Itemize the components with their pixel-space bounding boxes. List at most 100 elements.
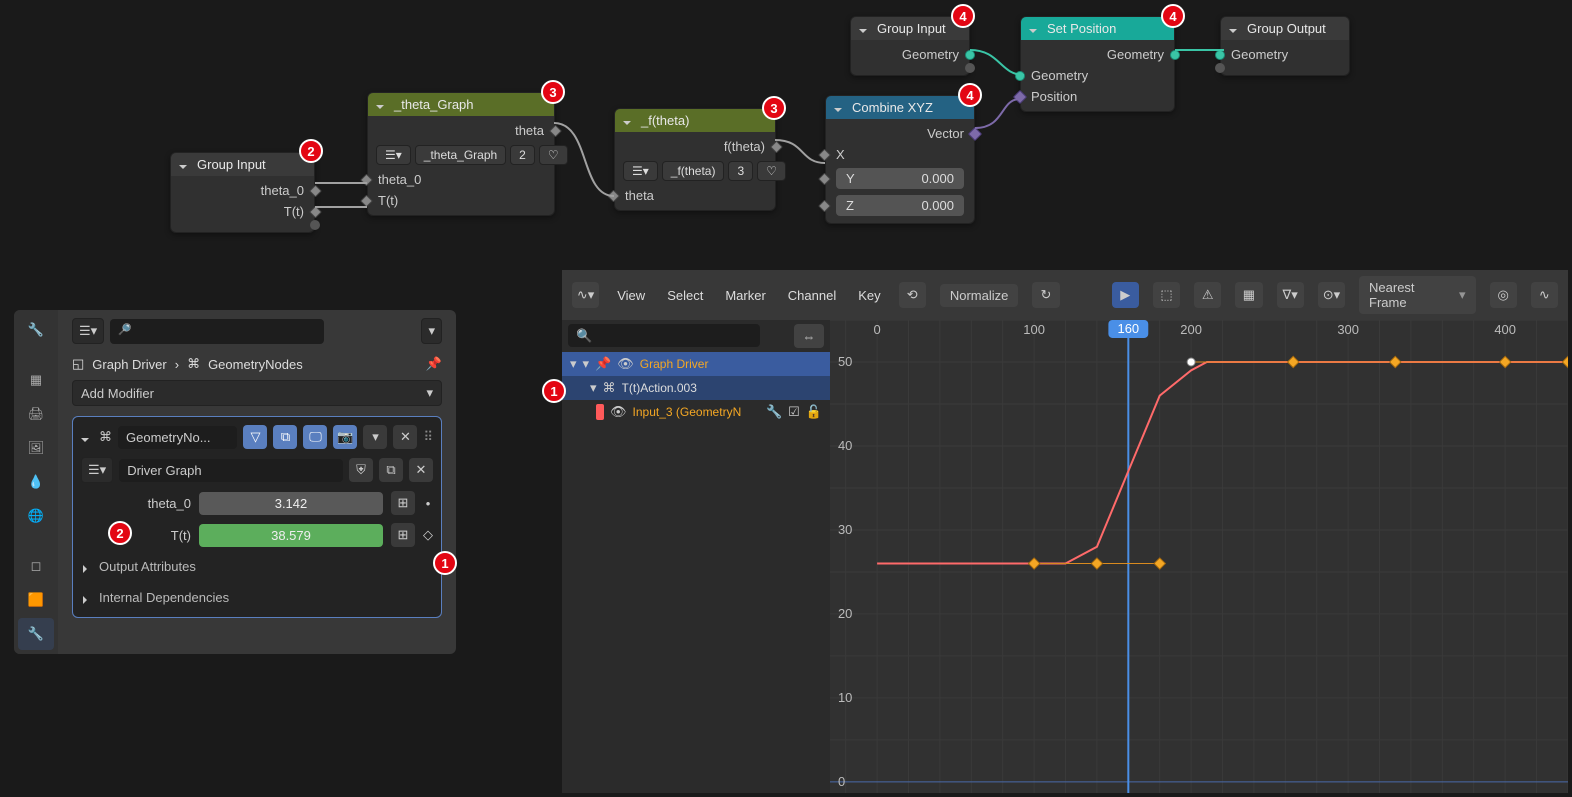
nodegroup-browse-button[interactable]: ☰▾ [81, 457, 113, 483]
breadcrumb-object[interactable]: Graph Driver [92, 357, 166, 372]
unlink-icon[interactable]: ✕ [409, 458, 433, 482]
node-header-f-theta[interactable]: _f(theta) [615, 109, 775, 132]
tab-render-icon[interactable]: ▦ [18, 364, 54, 396]
annotation-badge: 2 [108, 521, 132, 545]
combine-z-field[interactable]: Z0.000 [836, 195, 964, 216]
graph-plot-area[interactable]: 010020030040001020304050160 [830, 320, 1568, 793]
svg-text:30: 30 [838, 522, 852, 537]
add-modifier-dropdown[interactable]: Add Modifier▾ [72, 380, 442, 406]
properties-search-input[interactable] [110, 319, 324, 344]
warning-icon[interactable]: ⚠ [1194, 282, 1221, 308]
socket-label: T(t) [378, 193, 398, 208]
attr-toggle-icon[interactable]: ⊞ [391, 523, 415, 547]
annotation-badge: 4 [958, 83, 982, 107]
svg-text:400: 400 [1494, 322, 1516, 337]
socket-label: theta [625, 188, 654, 203]
combine-y-field[interactable]: Y0.000 [836, 168, 964, 189]
attr-toggle-icon[interactable]: ⊞ [391, 491, 415, 515]
nodegroup-name-field[interactable]: _theta_Graph [415, 145, 506, 165]
tab-object-icon[interactable]: ◻ [18, 550, 54, 582]
copy-icon[interactable]: ⧉ [379, 458, 403, 482]
wrench-icon[interactable]: 🔧 [766, 404, 782, 420]
nodegroup-users[interactable]: 2 [510, 145, 535, 165]
tab-scene-icon[interactable]: 💧 [18, 466, 54, 498]
channel-search-input[interactable] [568, 324, 760, 347]
channel-root[interactable]: ▾▾📌👁 Graph Driver [562, 352, 830, 376]
toggle-render-icon[interactable]: 📷 [333, 425, 357, 449]
nodegroup-users[interactable]: 3 [728, 161, 753, 181]
editor-type-dropdown[interactable]: ∿▾ [572, 282, 599, 308]
pivot-icon[interactable]: ⊙▾ [1318, 282, 1345, 308]
overlay-icon[interactable]: ▦ [1235, 282, 1262, 308]
tab-modifiers-icon[interactable]: 🟧 [18, 584, 54, 616]
tt-value-field[interactable]: 38.579 [199, 524, 383, 547]
fake-user-button[interactable]: ♡ [539, 145, 568, 165]
channel-fcurve[interactable]: 👁 Input_3 (GeometryN 🔧 ☑ 🔓 [562, 400, 830, 424]
node-header-set-position[interactable]: Set Position [1021, 17, 1174, 40]
curve-icon[interactable]: ∿ [1531, 282, 1558, 308]
remove-modifier-button[interactable]: ✕ [393, 425, 417, 449]
output-attributes-toggle[interactable]: Output Attributes [81, 555, 433, 578]
filter-icon[interactable]: ∇▾ [1277, 282, 1304, 308]
nodegroup-browse-button[interactable]: ☰▾ [376, 145, 411, 165]
socket-label: Position [1031, 89, 1077, 104]
node-header-combine-xyz[interactable]: Combine XYZ [826, 96, 974, 119]
menu-key[interactable]: Key [854, 286, 884, 305]
select-tool-icon[interactable]: ⬚ [1153, 282, 1180, 308]
svg-text:50: 50 [838, 354, 852, 369]
menu-view[interactable]: View [613, 286, 649, 305]
filter-dropdown[interactable]: ▾ [421, 318, 442, 344]
fake-user-button[interactable]: ♡ [757, 161, 786, 181]
proportional-icon[interactable]: ◎ [1490, 282, 1517, 308]
node-header-group-output[interactable]: Group Output [1221, 17, 1349, 40]
cursor-tool-icon[interactable]: ▶ [1112, 282, 1139, 308]
tab-output-icon[interactable]: 🖨 [18, 398, 54, 430]
lock-icon[interactable]: 🔓 [806, 404, 822, 420]
toggle-edit-icon[interactable]: ⧉ [273, 425, 297, 449]
socket-label: theta_0 [261, 183, 304, 198]
socket-label: Geometry [902, 47, 959, 62]
chevron-down-icon[interactable] [81, 430, 93, 445]
extras-dropdown[interactable]: ▾ [363, 425, 387, 449]
nodegroup-name-field[interactable]: _f(theta) [662, 161, 725, 181]
breadcrumb-modifier[interactable]: GeometryNodes [208, 357, 303, 372]
chevron-right-icon: › [175, 357, 179, 372]
normalize-button[interactable]: Normalize [940, 284, 1019, 307]
svg-text:100: 100 [1023, 322, 1045, 337]
menu-select[interactable]: Select [663, 286, 707, 305]
snap-mode-dropdown[interactable]: Nearest Frame ▾ [1359, 276, 1476, 314]
internal-dependencies-toggle[interactable]: Internal Dependencies [81, 586, 433, 609]
node-header-group-input-1[interactable]: Group Input [171, 153, 314, 176]
options-dropdown[interactable]: ☰▾ [72, 318, 104, 344]
pin-icon[interactable]: 📌 [426, 356, 442, 372]
theta0-label: theta_0 [109, 496, 191, 511]
tab-wrench-icon[interactable]: 🔧 [18, 618, 54, 650]
modifier-name-field[interactable]: GeometryNo... [118, 426, 237, 449]
autorange-icon[interactable]: ↻ [1032, 282, 1059, 308]
tab-view-icon[interactable]: 🖼 [18, 432, 54, 464]
channel-width-icon[interactable]: ⇔ [794, 324, 824, 348]
svg-text:0: 0 [873, 322, 880, 337]
menu-marker[interactable]: Marker [721, 286, 769, 305]
tab-tool-icon[interactable]: 🔧 [18, 314, 54, 346]
mute-checkbox[interactable]: ☑ [788, 404, 800, 420]
eye-icon[interactable]: 👁 [617, 356, 634, 372]
socket-label: f(theta) [724, 139, 765, 154]
svg-text:300: 300 [1337, 322, 1359, 337]
socket-label: theta [515, 123, 544, 138]
channel-action[interactable]: ▾⌘ T(t)Action.003 [562, 376, 830, 400]
eye-icon[interactable]: 👁 [610, 404, 627, 420]
menu-channel[interactable]: Channel [784, 286, 840, 305]
node-header-theta-graph[interactable]: _theta_Graph [368, 93, 554, 116]
socket-label: Vector [927, 126, 964, 141]
nodegroup-name-field[interactable]: Driver Graph [119, 459, 343, 482]
shield-icon[interactable]: ⛨ [349, 458, 373, 482]
svg-text:160: 160 [1118, 321, 1140, 336]
ghost-icon[interactable]: ⟲ [899, 282, 926, 308]
toggle-nodes-icon[interactable]: ▽ [243, 425, 267, 449]
theta0-value-field[interactable]: 3.142 [199, 492, 383, 515]
nodegroup-browse-button[interactable]: ☰▾ [623, 161, 658, 181]
toggle-monitor-icon[interactable]: 🖵 [303, 425, 327, 449]
tab-world-icon[interactable]: 🌐 [18, 500, 54, 532]
drag-handle-icon[interactable]: ⠿ [423, 429, 433, 445]
